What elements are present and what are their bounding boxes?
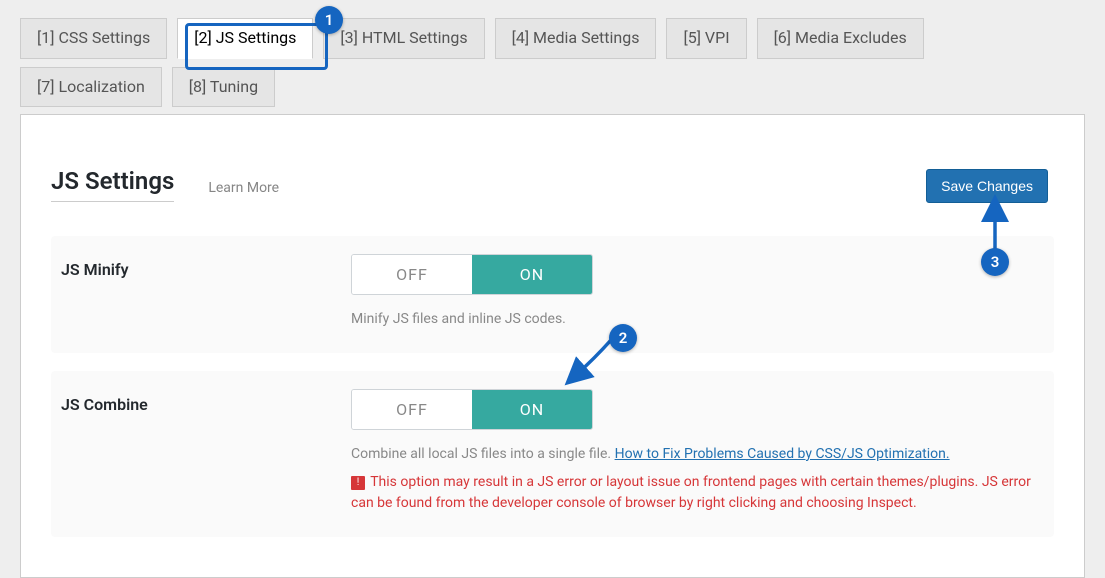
toggle-off[interactable]: OFF <box>352 390 472 429</box>
tab-tuning[interactable]: [8] Tuning <box>172 67 275 108</box>
tab-row-2: [7] Localization [8] Tuning <box>20 67 1085 108</box>
tab-vpi[interactable]: [5] VPI <box>666 18 746 59</box>
setting-js-minify: JS Minify OFF ON Minify JS files and inl… <box>51 236 1054 353</box>
tab-js-settings[interactable]: [2] JS Settings <box>177 18 313 59</box>
setting-js-combine: JS Combine OFF ON Combine all local JS f… <box>51 371 1054 537</box>
page-title: JS Settings <box>51 167 174 202</box>
learn-more-link[interactable]: Learn More <box>208 180 279 202</box>
tab-media-settings[interactable]: [4] Media Settings <box>495 18 657 59</box>
link-fix-problems[interactable]: How to Fix Problems Caused by CSS/JS Opt… <box>615 446 950 462</box>
toggle-off[interactable]: OFF <box>352 255 472 294</box>
label-js-minify: JS Minify <box>61 254 311 279</box>
toggle-js-minify[interactable]: OFF ON <box>351 254 593 295</box>
desc-js-minify: Minify JS files and inline JS codes. <box>351 309 1044 331</box>
tab-row-1: [1] CSS Settings [2] JS Settings [3] HTM… <box>20 18 1085 59</box>
toggle-on[interactable]: ON <box>472 255 592 294</box>
toggle-js-combine[interactable]: OFF ON <box>351 389 593 430</box>
desc-js-combine: Combine all local JS files into a single… <box>351 444 1044 466</box>
tab-css-settings[interactable]: [1] CSS Settings <box>20 18 167 59</box>
tab-localization[interactable]: [7] Localization <box>20 67 162 108</box>
toggle-on[interactable]: ON <box>472 390 592 429</box>
settings-panel: Save Changes JS Settings Learn More JS M… <box>20 114 1085 578</box>
tab-media-excludes[interactable]: [6] Media Excludes <box>757 18 924 59</box>
tab-html-settings[interactable]: [3] HTML Settings <box>323 18 484 59</box>
save-changes-button[interactable]: Save Changes <box>926 169 1048 203</box>
alert-icon: ! <box>351 476 365 490</box>
warning-js-combine: ! This option may result in a JS error o… <box>351 472 1044 515</box>
label-js-combine: JS Combine <box>61 389 311 414</box>
